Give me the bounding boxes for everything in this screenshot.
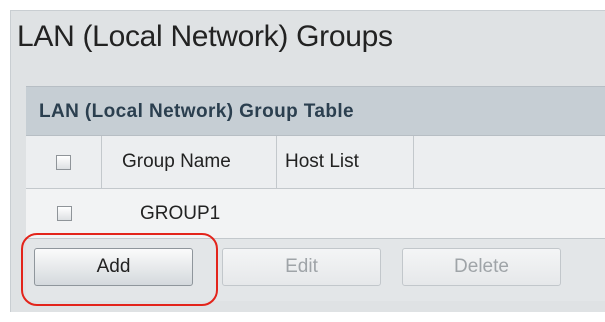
table-row[interactable]: GROUP1: [26, 189, 605, 239]
row-checkbox-cell: [26, 189, 102, 238]
group-table: LAN (Local Network) Group Table Group Na…: [26, 86, 605, 301]
table-header-row: Group Name Host List: [26, 136, 605, 189]
select-all-cell: [26, 136, 102, 188]
add-button[interactable]: Add: [34, 248, 193, 286]
column-header-group-name[interactable]: Group Name: [102, 136, 277, 188]
delete-button[interactable]: Delete: [402, 248, 561, 286]
column-header-host-list[interactable]: Host List: [277, 136, 414, 188]
row-checkbox[interactable]: [56, 206, 72, 221]
edit-button[interactable]: Edit: [222, 248, 381, 286]
select-all-checkbox[interactable]: [56, 154, 71, 170]
button-bar: Add Edit Delete: [26, 239, 605, 301]
group-name-cell: GROUP1: [140, 202, 221, 224]
page-title: LAN (Local Network) Groups: [17, 20, 393, 53]
table-caption: LAN (Local Network) Group Table: [26, 86, 605, 136]
